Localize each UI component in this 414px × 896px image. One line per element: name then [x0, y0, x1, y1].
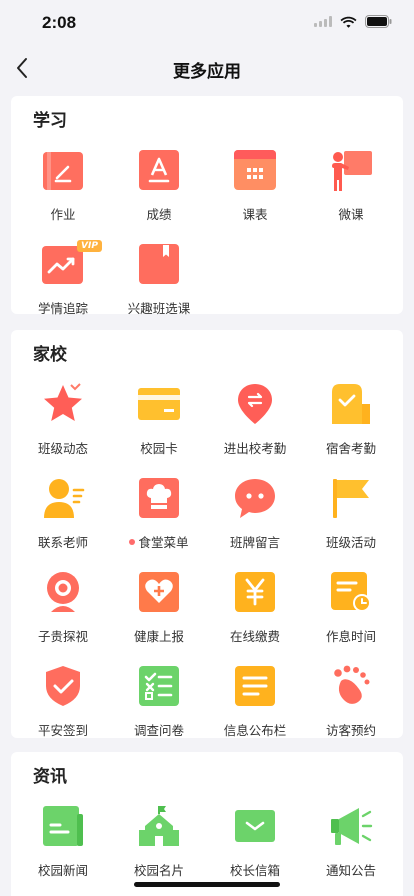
app-item-bulletin[interactable]: 信息公布栏 [207, 662, 303, 756]
app-label: 成绩 [146, 207, 172, 222]
app-grid: 作业 成绩 课表 微课 VIP 学情追踪 兴趣班选课 [15, 146, 399, 334]
app-label: 进出校考勤 [223, 441, 287, 456]
megaphone-icon [331, 808, 373, 845]
section-title: 学习 [33, 111, 67, 131]
section-news: 资讯 校园新闻 校园名片 校长信箱 通知公告 [11, 752, 403, 896]
app-label: 子贵探视 [37, 629, 88, 644]
section-home-school: 家校 班级动态 校园卡 进出校考勤 宿舍考勤 联系老师 食堂菜单 班牌留言 班级… [11, 330, 403, 738]
app-label-text: 食堂菜单 [138, 535, 189, 550]
app-item-online-payment[interactable]: 在线缴费 [207, 568, 303, 662]
app-item-attendance[interactable]: 进出校考勤 [207, 380, 303, 474]
flag-icon [333, 479, 369, 518]
webcam-icon [47, 572, 79, 612]
battery-icon [365, 15, 392, 28]
app-item-notice[interactable]: 通知公告 [303, 802, 399, 896]
interest-class-icon [139, 244, 179, 284]
unread-dot [129, 538, 136, 545]
shield-check-icon [46, 666, 80, 706]
app-item-canteen-menu[interactable]: 食堂菜单 [111, 474, 207, 568]
footprint-icon [334, 665, 370, 704]
micro-lesson-icon [332, 151, 372, 191]
app-item-interest-class[interactable]: 兴趣班选课 [111, 240, 207, 334]
chef-hat-icon [139, 478, 179, 518]
app-label: 联系老师 [37, 535, 88, 550]
page-title: 更多应用 [173, 62, 241, 82]
app-item-visit-view[interactable]: 子贵探视 [15, 568, 111, 662]
health-report-icon [139, 572, 179, 612]
app-item-homework[interactable]: 作业 [15, 146, 111, 240]
grade-icon [139, 150, 179, 190]
section-title: 家校 [33, 345, 67, 365]
bulletin-icon [235, 666, 275, 706]
app-label: 班级动态 [37, 441, 88, 456]
vip-badge: VIP [77, 240, 102, 252]
app-label: 班牌留言 [229, 535, 280, 550]
app-label: 学情追踪 [37, 301, 88, 316]
app-item-safety-checkin[interactable]: 平安签到 [15, 662, 111, 756]
app-label: 作业 [50, 207, 76, 222]
app-item-dorm-attendance[interactable]: 宿舍考勤 [303, 380, 399, 474]
app-item-survey[interactable]: 调查问卷 [111, 662, 207, 756]
app-item-micro-lesson[interactable]: 微课 [303, 146, 399, 240]
app-label: 课表 [242, 207, 268, 222]
app-label: 校园新闻 [37, 863, 88, 878]
app-label: 作息时间 [325, 629, 376, 644]
app-label: 调查问卷 [133, 723, 184, 738]
campus-card-icon [138, 388, 180, 420]
timetable-clock-icon [331, 572, 371, 612]
app-item-contact-teacher[interactable]: 联系老师 [15, 474, 111, 568]
app-item-class-board-message[interactable]: 班牌留言 [207, 474, 303, 568]
location-icon [238, 384, 272, 424]
app-item-grades[interactable]: 成绩 [111, 146, 207, 240]
app-label: 平安签到 [37, 723, 88, 738]
yuan-payment-icon [235, 572, 275, 612]
status-icons [314, 15, 392, 28]
app-label: 校长信箱 [229, 863, 280, 878]
app-item-learning-trend[interactable]: VIP 学情追踪 [15, 240, 111, 334]
home-indicator [134, 882, 280, 887]
navigation-bar: 更多应用 [0, 46, 414, 90]
homework-icon [43, 152, 83, 190]
app-label: 校园卡 [140, 441, 178, 456]
app-label: 信息公布栏 [223, 723, 287, 738]
app-label: 宿舍考勤 [325, 441, 376, 456]
schedule-icon [234, 150, 276, 190]
app-item-schedule[interactable]: 课表 [207, 146, 303, 240]
star-icon [44, 383, 82, 421]
app-label: 微课 [338, 207, 364, 222]
section-study: 学习 作业 成绩 课表 微课 VIP 学情追踪 兴趣班选课 [11, 96, 403, 316]
app-label: 兴趣班选课 [127, 301, 191, 316]
app-label: 食堂菜单 [129, 532, 189, 551]
app-item-class-activity[interactable]: 班级活动 [303, 474, 399, 568]
mailbox-icon [235, 810, 275, 842]
app-item-campus-news[interactable]: 校园新闻 [15, 802, 111, 896]
teacher-icon [44, 479, 85, 518]
app-item-health-report[interactable]: 健康上报 [111, 568, 207, 662]
app-label: 在线缴费 [229, 629, 280, 644]
app-item-class-news[interactable]: 班级动态 [15, 380, 111, 474]
survey-icon [139, 666, 179, 706]
app-label: 班级活动 [325, 535, 376, 550]
dorm-icon [332, 384, 370, 424]
app-item-daily-schedule[interactable]: 作息时间 [303, 568, 399, 662]
app-grid: 班级动态 校园卡 进出校考勤 宿舍考勤 联系老师 食堂菜单 班牌留言 班级活动 … [15, 380, 399, 756]
chat-bubble-icon [235, 479, 275, 518]
app-label: 健康上报 [133, 629, 184, 644]
status-bar: 2:08 [0, 0, 414, 46]
app-label: 校园名片 [133, 863, 184, 878]
cellular-signal-icon [314, 16, 332, 27]
wifi-icon [340, 16, 357, 28]
section-title: 资讯 [33, 767, 67, 787]
app-item-campus-card[interactable]: 校园卡 [111, 380, 207, 474]
app-label: 访客预约 [325, 723, 376, 738]
app-item-visitor-booking[interactable]: 访客预约 [303, 662, 399, 756]
app-label: 通知公告 [325, 863, 376, 878]
status-time: 2:08 [42, 13, 77, 32]
school-building-icon [139, 806, 179, 846]
news-icon [43, 806, 83, 846]
